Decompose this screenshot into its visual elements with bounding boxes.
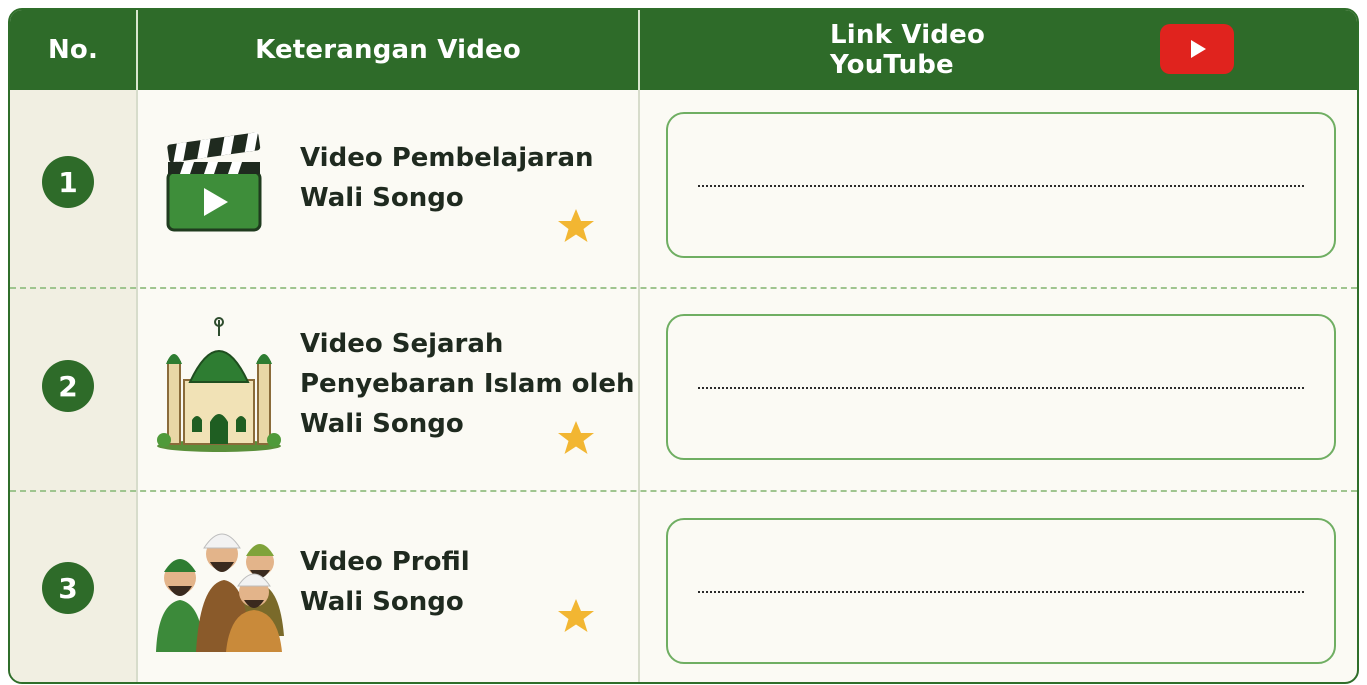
dotted-line: [698, 591, 1304, 593]
column-divider: [638, 90, 640, 682]
description-line: Wali Songo: [300, 183, 464, 213]
link-input-box[interactable]: [666, 112, 1336, 258]
star-icon: [558, 599, 594, 632]
description-line: Wali Songo: [300, 587, 464, 617]
header-keterangan: Keterangan Video: [255, 35, 521, 65]
clapperboard-icon: [166, 132, 262, 232]
row-number-badge: 2: [42, 360, 94, 412]
row-divider: [10, 490, 1357, 492]
description-line: Video Pembelajaran: [300, 143, 594, 173]
header-no: No.: [47, 35, 99, 65]
dotted-line: [698, 185, 1304, 187]
row-description: Video Profil Wali Songo: [300, 542, 470, 622]
link-input-box[interactable]: [666, 518, 1336, 664]
video-table: No. Keterangan Video Link Video YouTube …: [8, 8, 1359, 684]
description-line: Video Profil: [300, 547, 470, 577]
header-link: Link Video YouTube: [830, 20, 986, 80]
star-icon: [558, 209, 594, 242]
description-line: Video Sejarah: [300, 329, 504, 359]
star-icon: [558, 421, 594, 454]
dotted-line: [698, 387, 1304, 389]
row-number-badge: 3: [42, 562, 94, 614]
description-line: Penyebaran Islam oleh: [300, 369, 635, 399]
row-number-badge: 1: [42, 156, 94, 208]
link-input-box[interactable]: [666, 314, 1336, 460]
row-description: Video Pembelajaran Wali Songo: [300, 138, 594, 218]
wali-songo-figures-icon: [156, 533, 284, 652]
header-divider: [638, 10, 640, 90]
youtube-icon: [1160, 24, 1234, 74]
table-header: No. Keterangan Video Link Video YouTube: [10, 10, 1357, 90]
mosque-icon: [157, 317, 281, 452]
column-divider: [136, 90, 138, 682]
row-divider: [10, 287, 1357, 289]
